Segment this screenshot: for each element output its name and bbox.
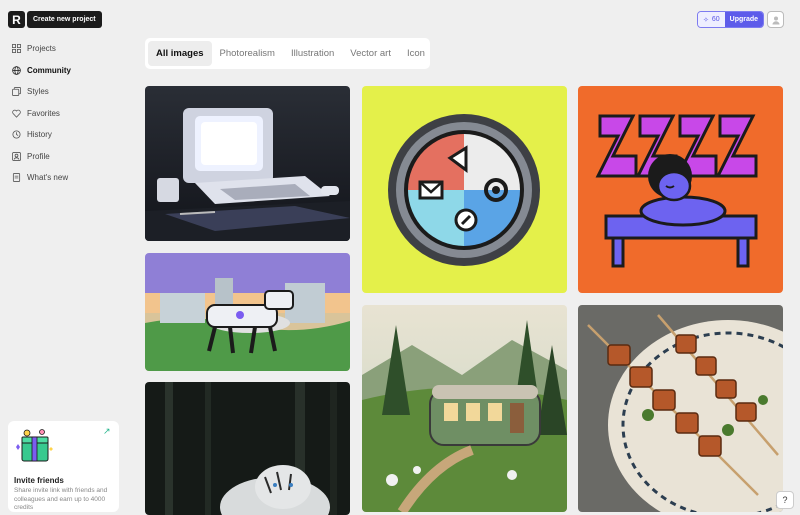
retro-computer-image[interactable] [145,86,350,241]
sidebar-item-label: Styles [27,87,49,97]
tab-vector-art[interactable]: Vector art [342,41,399,66]
sidebar-item-label: Favorites [27,108,60,118]
sidebar-item-whats-new[interactable]: What's new [11,167,71,189]
sidebar-item-styles[interactable]: Styles [11,81,71,103]
sparkle-icon: ✧ [703,16,709,24]
arrow-up-right-icon[interactable]: ↗ [103,426,113,436]
globe-icon [11,65,21,75]
credits-value: 60 [711,16,720,23]
round-badge-icons-image[interactable] [362,86,567,293]
create-new-project-button[interactable]: Create new project [27,11,102,28]
tab-icon[interactable]: Icon [399,41,433,66]
tram-house-valley-image[interactable] [362,305,567,512]
sidebar-item-favorites[interactable]: Favorites [11,103,71,125]
sleeping-person-zzz-image[interactable] [578,86,783,293]
invite-title: Invite friends [14,476,64,485]
app-logo[interactable]: R [8,11,25,28]
sidebar-nav: Projects Community Styles Favorites Hist… [11,38,71,189]
user-icon [772,16,779,24]
gift-box-illustration [16,429,53,462]
question-mark-icon: ? [782,495,788,505]
category-tabs: All images Photorealism Illustration Vec… [145,38,430,69]
sidebar-item-profile[interactable]: Profile [11,146,71,168]
credits-counter[interactable]: ✧ 60 [698,12,725,27]
invite-description: Share invite link with friends and colle… [14,487,108,511]
sidebar-item-label: History [27,130,52,140]
news-icon [11,173,21,183]
heart-icon [11,108,21,118]
history-icon [11,130,21,140]
tab-illustration[interactable]: Illustration [283,41,342,66]
credits-upgrade-group: ✧ 60 Upgrade [697,11,765,28]
grid-icon [11,44,21,54]
robot-dog-factory-image[interactable] [145,253,350,371]
sidebar-item-label: Projects [27,44,56,54]
avatar[interactable] [767,11,784,28]
sidebar-item-history[interactable]: History [11,124,71,146]
sidebar-item-label: Community [27,65,71,75]
sidebar-item-projects[interactable]: Projects [11,38,71,60]
kebab-skewers-image[interactable] [578,305,783,512]
styles-icon [11,87,21,97]
profile-icon [11,151,21,161]
tab-photorealism[interactable]: Photorealism [212,41,283,66]
sidebar-item-community[interactable]: Community [11,60,71,82]
upgrade-button[interactable]: Upgrade [724,12,764,27]
invite-friends-card[interactable]: ↗ Invite friends Share invite link with … [8,421,119,512]
tab-all-images[interactable]: All images [148,41,212,66]
white-tiger-forest-image[interactable] [145,382,350,515]
sidebar-item-label: What's new [27,173,69,183]
sidebar-item-label: Profile [27,151,50,161]
help-button[interactable]: ? [776,491,794,509]
